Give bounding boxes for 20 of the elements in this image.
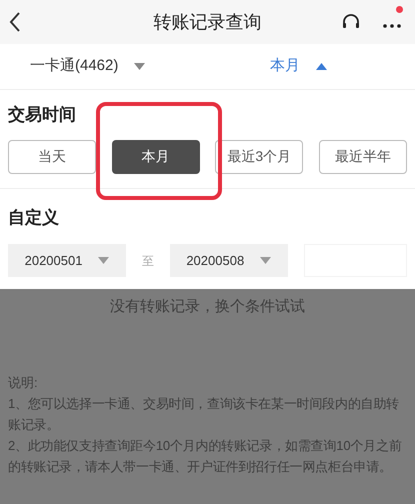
section-heading: 自定义 bbox=[7, 206, 60, 228]
period-dropdown[interactable]: 本月 bbox=[270, 55, 327, 78]
period-option[interactable]: 最近半年 bbox=[318, 140, 407, 174]
page-title: 转账记录查询 bbox=[154, 10, 262, 34]
back-icon[interactable] bbox=[8, 11, 22, 33]
note-paragraph: 2、此功能仅支持查询距今10个月内的转账记录，如需查询10个月之前的转账记录，请本人带一卡通、开户证件到招行任一网点柜台申请。 bbox=[8, 437, 403, 476]
end-date-picker[interactable]: 20200508 bbox=[170, 244, 288, 277]
caret-down-icon bbox=[98, 257, 110, 264]
period-option[interactable]: 当天 bbox=[8, 140, 96, 174]
section-heading: 交易时间 bbox=[7, 104, 77, 126]
period-option[interactable]: 本月 bbox=[112, 140, 200, 174]
caret-down-icon bbox=[134, 63, 146, 70]
empty-message: 没有转账记录，换个条件试试 bbox=[109, 297, 306, 317]
account-dropdown[interactable]: 一卡通(4462) bbox=[30, 55, 146, 78]
note-paragraph: 1、您可以选择一卡通、交易时间，查询该卡在某一时间段内的自助转账记录。 bbox=[8, 395, 400, 434]
notes-heading: 说明: bbox=[8, 374, 39, 392]
caret-down-icon bbox=[260, 257, 272, 264]
start-date-picker[interactable]: 20200501 bbox=[8, 244, 126, 277]
period-option[interactable]: 最近3个月 bbox=[215, 140, 304, 174]
range-separator: 至 bbox=[140, 252, 155, 270]
